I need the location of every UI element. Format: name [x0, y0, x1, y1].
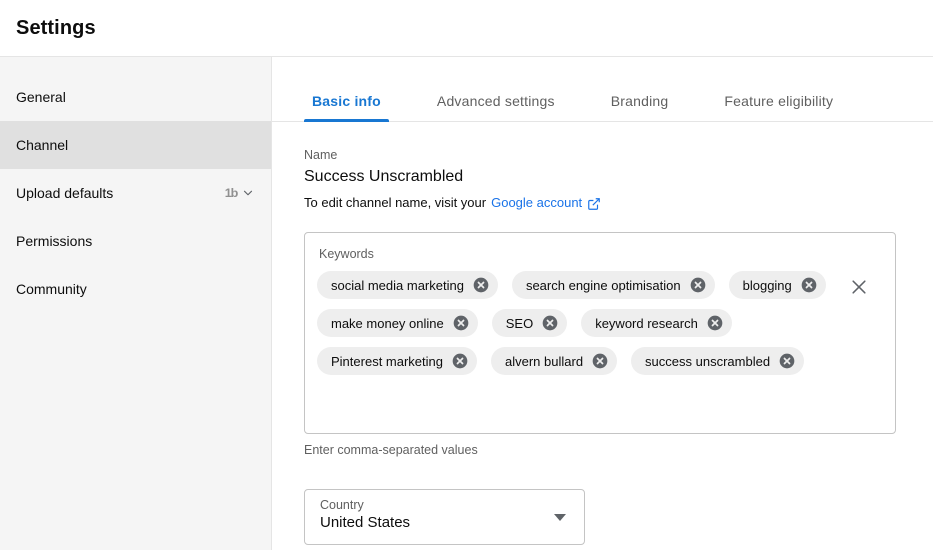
- sidebar-item-label: Channel: [16, 137, 69, 153]
- tab-label: Advanced settings: [436, 93, 555, 109]
- keywords-label: Keywords: [319, 247, 374, 261]
- keyword-chip-label: make money online: [331, 315, 444, 331]
- keyword-chip-label: success unscrambled: [645, 353, 771, 369]
- keywords-field[interactable]: Keywords social media marketing search en…: [304, 232, 896, 434]
- sidebar-item-permissions[interactable]: Permissions: [0, 217, 271, 265]
- sidebar-item-community[interactable]: Community: [0, 265, 271, 313]
- chevron-down-icon[interactable]: [241, 186, 255, 200]
- edit-channel-name-hint: To edit channel name, visit your Google …: [304, 195, 933, 210]
- keyword-chip-label: keyword research: [595, 315, 698, 331]
- keyword-chips-list: social media marketing search engine opti…: [317, 271, 883, 375]
- remove-chip-icon[interactable]: [452, 353, 468, 369]
- sidebar-item-channel[interactable]: Channel: [0, 121, 271, 169]
- remove-chip-icon[interactable]: [453, 315, 469, 331]
- tab-bar: Basic info Advanced settings Branding Featu…: [272, 57, 933, 122]
- app-header: Settings: [0, 0, 933, 57]
- settings-sidebar: General Channel Upload defaults 1b Permissio…: [0, 57, 272, 550]
- tab-label: Branding: [610, 93, 669, 109]
- name-label: Name: [304, 148, 338, 162]
- page-title: Settings: [16, 16, 96, 39]
- keyword-chip: alvern bullard: [491, 347, 618, 375]
- keyword-chip: SEO: [491, 309, 568, 337]
- sidebar-item-upload-defaults[interactable]: Upload defaults 1b: [0, 169, 271, 217]
- sidebar-item-label: Community: [16, 281, 87, 297]
- tab-feature-eligibility[interactable]: Feature eligibility: [716, 93, 841, 121]
- external-link-icon[interactable]: [587, 197, 601, 211]
- clear-all-keywords-icon[interactable]: [849, 277, 869, 297]
- remove-chip-icon[interactable]: [592, 353, 608, 369]
- keyword-chip-label: blogging: [742, 277, 792, 293]
- keyword-chip-label: Pinterest marketing: [331, 353, 443, 369]
- keyword-chip-label: SEO: [505, 315, 534, 331]
- dropdown-arrow-icon[interactable]: [554, 514, 566, 521]
- tab-basic-info[interactable]: Basic info: [304, 93, 389, 122]
- keyword-chip: blogging: [728, 271, 826, 299]
- body-split: General Channel Upload defaults 1b Permissio…: [0, 57, 933, 550]
- sidebar-item-label: Upload defaults: [16, 185, 114, 201]
- tab-label: Basic info: [312, 93, 381, 109]
- name-field: Name Success Unscrambled To edit channel…: [304, 148, 933, 210]
- keyword-chip: search engine optimisation: [511, 271, 715, 299]
- sidebar-item-label: General: [16, 89, 66, 105]
- basic-info-form: Name Success Unscrambled To edit channel…: [272, 122, 933, 545]
- tab-label: Feature eligibility: [724, 93, 834, 109]
- keyword-chip: social media marketing: [317, 271, 498, 299]
- keyword-chip-label: search engine optimisation: [525, 277, 681, 293]
- keyword-chip: success unscrambled: [631, 347, 805, 375]
- remove-chip-icon[interactable]: [707, 315, 723, 331]
- remove-chip-icon[interactable]: [779, 353, 795, 369]
- remove-chip-icon[interactable]: [690, 277, 706, 293]
- sidebar-badge-glyph: 1b: [224, 186, 239, 200]
- tab-branding[interactable]: Branding: [603, 93, 677, 121]
- settings-content: Basic info Advanced settings Branding Featu…: [272, 57, 933, 550]
- tab-advanced-settings[interactable]: Advanced settings: [429, 93, 563, 121]
- keyword-chip-label: social media marketing: [331, 277, 464, 293]
- keyword-chip: Pinterest marketing: [317, 347, 477, 375]
- remove-chip-icon[interactable]: [542, 315, 558, 331]
- google-account-link[interactable]: Google account: [491, 195, 582, 210]
- keyword-chip: make money online: [317, 309, 478, 337]
- sidebar-item-general[interactable]: General: [0, 73, 271, 121]
- country-value: United States: [320, 514, 411, 531]
- country-select[interactable]: Country United States: [304, 489, 585, 545]
- channel-name-value: Success Unscrambled: [304, 168, 464, 185]
- sidebar-item-trailing[interactable]: 1b: [225, 186, 255, 200]
- country-label: Country: [320, 498, 364, 512]
- edit-hint-text: To edit channel name, visit your: [304, 195, 487, 210]
- remove-chip-icon[interactable]: [801, 277, 817, 293]
- remove-chip-icon[interactable]: [473, 277, 489, 293]
- keyword-chip-label: alvern bullard: [505, 353, 584, 369]
- keyword-chip: keyword research: [581, 309, 732, 337]
- keywords-hint-text: Enter comma-separated values: [304, 443, 478, 457]
- sidebar-item-label: Permissions: [16, 233, 93, 249]
